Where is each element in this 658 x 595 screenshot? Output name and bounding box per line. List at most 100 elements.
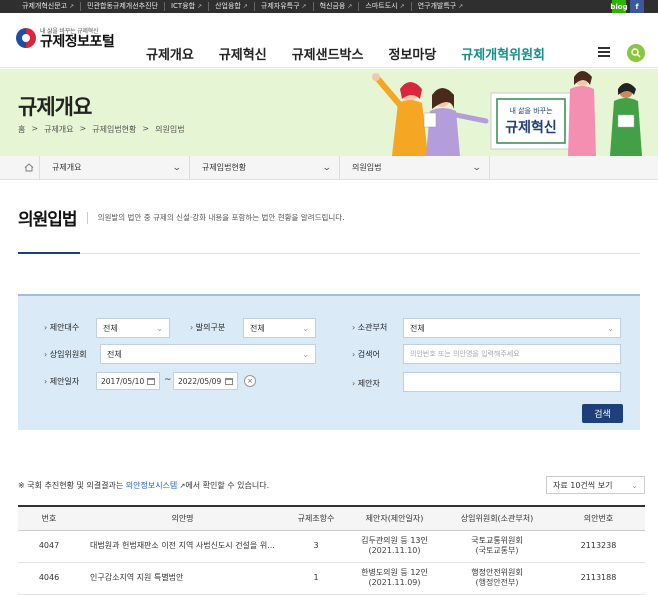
select-dept[interactable]: 전체 ⌄ — [403, 318, 621, 338]
calendar-icon[interactable] — [225, 377, 233, 385]
page-description: 의원발의 법안 중 규제의 신설·강화 내용을 포함하는 법안 현황을 알려드립… — [86, 211, 345, 224]
clear-date-icon[interactable]: × — [244, 375, 256, 387]
chevron-down-icon: ⌄ — [302, 349, 309, 359]
cell-bill-no: 2113238 — [552, 530, 645, 563]
subnav-dropdown-bills[interactable]: 의원입법 ⌄ — [340, 155, 490, 180]
cell-count: 3 — [285, 530, 347, 563]
external-link-icon: ↗ — [458, 3, 464, 10]
hero-illustration: 내 삶을 바꾸는 규제혁신 — [372, 71, 642, 156]
external-link-icon: ↗ — [69, 3, 75, 10]
col-header-no: 번호 — [18, 505, 80, 531]
bill-info-system-link[interactable]: 의안정보시스템 — [126, 481, 178, 490]
chevron-down-icon: ⌄ — [322, 162, 333, 173]
cell-committee: 행정안전위원회 (행정안전부) — [442, 562, 552, 595]
topbar-link-chujindan[interactable]: 민관합동규제개선추진단 — [81, 2, 165, 11]
title-underline — [18, 252, 80, 254]
topbar-link-industry[interactable]: 산업융합 ↗ — [209, 2, 255, 11]
table-row[interactable]: 4046 인구감소지역 지원 특별법안 1 한병도의원 등 12인 (2021.1… — [18, 562, 645, 595]
logo-emblem-icon — [16, 28, 36, 48]
subnav-dropdown-status[interactable]: 규제입법현황 ⌄ — [190, 155, 340, 180]
label-proposer: 제안자 — [352, 378, 380, 389]
label-keyword: 검색어 — [352, 349, 380, 360]
topbar-link-finance[interactable]: 혁신금융 ↗ — [314, 2, 360, 11]
site-header: 내 삶을 바꾸는 규제혁신 규제정보포털 규제개요 규제혁신 규제샌드박스 정보… — [0, 13, 658, 68]
external-link-icon: ↗ — [242, 3, 248, 10]
select-committee[interactable]: 전체 ⌄ — [100, 344, 316, 364]
col-header-committee: 상임위원회(소관부처) — [442, 505, 552, 531]
chevron-down-icon: ⌄ — [607, 323, 614, 333]
proposer-input[interactable] — [403, 372, 621, 392]
banner-line2: 규제혁신 — [505, 119, 557, 136]
table-row[interactable]: 4047 대법원과 헌법재판소 이전 지역 사법신도시 건설을 위... 3 김… — [18, 530, 645, 563]
logo-name: 규제정보포털 — [40, 34, 115, 50]
label-dept: 소관부처 — [352, 322, 387, 333]
gnb-item-sandbox[interactable]: 규제샌드박스 — [292, 44, 364, 63]
cell-title-link[interactable]: 인구감소지역 지원 특별법안 — [80, 562, 285, 595]
topbar-link-sinmungo[interactable]: 규제개혁신문고 ↗ — [16, 2, 82, 11]
select-gubun[interactable]: 전체 ⌄ — [243, 318, 316, 338]
home-icon[interactable] — [18, 155, 40, 180]
page-title: 의원입법 — [18, 210, 78, 230]
per-page-select[interactable]: 자료 10건씩 보기 ⌄ — [546, 476, 645, 494]
site-logo[interactable]: 내 삶을 바꾸는 규제혁신 규제정보포털 — [16, 26, 115, 50]
external-link-icon: ↗ — [197, 3, 203, 10]
select-daesu[interactable]: 전체 ⌄ — [96, 318, 170, 338]
breadcrumb-status[interactable]: 규제입법현황 — [92, 124, 136, 135]
bill-table: 번호 의안명 규제조항수 제안자(제안일자) 상임위원회(소관부처) 의안번호 … — [18, 505, 645, 595]
search-icon — [631, 48, 641, 58]
topbar-link-free-zone[interactable]: 규제자유특구 ↗ — [255, 2, 314, 11]
gnb-item-info[interactable]: 정보마당 — [388, 44, 436, 63]
chevron-down-icon: ⌄ — [302, 323, 309, 333]
breadcrumb-home[interactable]: 홈 — [18, 124, 25, 135]
calendar-icon[interactable] — [147, 377, 155, 385]
date-range-separator: ~ — [164, 375, 172, 385]
top-utility-bar: 규제개혁신문고 ↗ 민관합동규제개선추진단 ICT융합 ↗ 산업융합 ↗ 규제자유특구… — [0, 0, 658, 13]
date-from-field[interactable]: 2017/05/10 — [96, 372, 160, 390]
breadcrumb-overview[interactable]: 규제개요 — [44, 124, 73, 135]
label-date: 제안일자 — [44, 376, 79, 387]
facebook-icon[interactable]: f — [630, 0, 644, 13]
gnb-item-overview[interactable]: 규제개요 — [146, 44, 194, 63]
gnb-item-innovation[interactable]: 규제혁신 — [219, 44, 267, 63]
cell-title-link[interactable]: 대법원과 헌법재판소 이전 지역 사법신도시 건설을 위... — [80, 530, 285, 563]
breadcrumb-separator: > — [79, 124, 87, 133]
search-button[interactable] — [627, 44, 645, 62]
breadcrumb-current: 의원입법 — [155, 125, 185, 134]
blog-icon[interactable]: blog — [610, 0, 628, 13]
cell-proposer: 김두관의원 등 13인 (2021.11.10) — [347, 530, 442, 563]
hero-title: 규제개요 — [18, 95, 92, 119]
external-link-icon: ↗ — [399, 3, 405, 10]
cell-no: 4046 — [18, 562, 80, 595]
hamburger-menu-icon[interactable] — [598, 47, 610, 57]
notice-text: ※ 국회 추진현황 및 의결결과는 의안정보시스템 ↗에서 확인할 수 있습니다… — [18, 481, 270, 490]
cell-committee: 국토교통위원회 (국토교통부) — [442, 530, 552, 563]
cell-bill-no: 2113188 — [552, 562, 645, 595]
col-header-count: 규제조항수 — [285, 505, 347, 531]
label-daesu: 제안대수 — [44, 322, 79, 333]
main-navigation: 규제개요 규제혁신 규제샌드박스 정보마당 규제개혁위원회 — [146, 44, 570, 63]
breadcrumb: 홈 > 규제개요 > 규제입법현황 > 의원입법 — [18, 124, 185, 135]
breadcrumb-separator: > — [142, 124, 150, 133]
external-link-icon: ↗ — [301, 3, 307, 10]
chevron-down-icon: ⌄ — [631, 480, 638, 490]
search-submit-button[interactable]: 검색 — [582, 404, 623, 423]
cell-no: 4047 — [18, 530, 80, 563]
breadcrumb-separator: > — [31, 124, 39, 133]
label-gubun: 발의구분 — [190, 322, 225, 333]
col-header-bill-no: 의안번호 — [552, 505, 645, 531]
banner-line1: 내 삶을 바꾸는 — [509, 106, 553, 115]
chevron-down-icon: ⌄ — [472, 162, 483, 173]
subnav-dropdown-overview[interactable]: 규제개요 ⌄ — [40, 155, 190, 180]
page-heading: 의원입법 의원발의 법안 중 규제의 신설·강화 내용을 포함하는 법안 현황을… — [18, 205, 345, 230]
topbar-link-ict[interactable]: ICT융합 ↗ — [165, 2, 210, 11]
topbar-link-rnd[interactable]: 연구개발특구 ↗ — [412, 2, 470, 11]
sub-navigation: 규제개요 ⌄ 규제입법현황 ⌄ 의원입법 ⌄ — [0, 155, 658, 180]
label-committee: 상임위원회 — [44, 349, 87, 360]
date-to-field[interactable]: 2022/05/09 — [173, 372, 238, 390]
search-filter-panel: 제안대수 전체⌄ 발의구분 전체⌄ 소관부처 전체⌄ 상임위원회 전체⌄ 검색어… — [18, 294, 640, 430]
table-header-row: 번호 의안명 규제조항수 제안자(제안일자) 상임위원회(소관부처) 의안번호 — [18, 505, 645, 531]
cell-proposer: 한병도의원 등 12인 (2021.11.09) — [347, 562, 442, 595]
keyword-input[interactable]: 의안번호 또는 의안명을 입력해주세요 — [403, 344, 621, 364]
topbar-link-smartcity[interactable]: 스마트도시 ↗ — [359, 2, 412, 11]
gnb-item-committee[interactable]: 규제개혁위원회 — [461, 44, 545, 63]
